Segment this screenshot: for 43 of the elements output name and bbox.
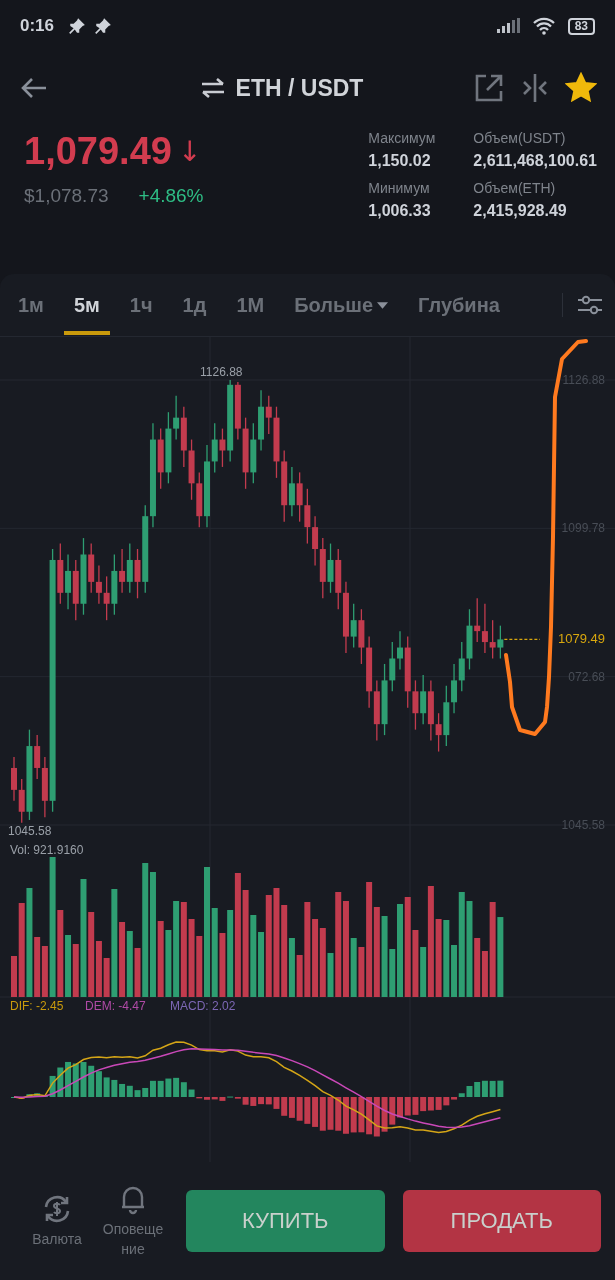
swap-icon[interactable] — [199, 77, 226, 99]
last-price-line — [503, 638, 541, 640]
interval-tab[interactable]: 1ч — [119, 275, 163, 335]
settings-icon[interactable] — [577, 294, 603, 316]
action-label[interactable]: Валюта — [26, 1229, 88, 1249]
direction-arrow: ↓ — [177, 135, 202, 168]
stat-value: 1,006.33 — [368, 202, 432, 220]
stat-value: 2,415,928.49 — [473, 202, 568, 220]
last-price-label: 1079.49 — [558, 631, 605, 647]
dif-label: DIF: -2.45 — [10, 999, 64, 1013]
external-link-icon[interactable] — [473, 72, 505, 104]
price-change: +4.86% — [138, 185, 204, 207]
caret-icon[interactable] — [377, 301, 389, 309]
volume-label: Vol: 921.9160 — [10, 843, 84, 857]
pin-icon — [94, 17, 113, 35]
buy-button[interactable]: КУПИТЬ — [186, 1190, 385, 1252]
stat-label: Объем(USDT) — [473, 130, 567, 146]
battery-indicator: 83 — [567, 17, 595, 35]
wifi-icon — [531, 17, 556, 35]
sell-button[interactable]: ПРОДАТЬ — [402, 1190, 601, 1252]
usd-price: $1,078.73 — [24, 185, 109, 207]
interval-tab[interactable]: 1м — [8, 275, 54, 335]
action-label[interactable]: Оповещение — [102, 1219, 164, 1259]
stat-value: 1,150.02 — [368, 152, 432, 170]
star-icon[interactable] — [565, 72, 597, 104]
interval-tab[interactable]: 1д — [172, 275, 217, 335]
interval-tab[interactable]: Глубина — [408, 275, 510, 335]
stat-value: 2,611,468,100.61 — [473, 152, 597, 170]
dem-label: DEM: -4.47 — [85, 999, 146, 1013]
last-price: 1,079.49 — [24, 130, 172, 173]
more-dropdown[interactable]: Больше — [284, 275, 399, 335]
high-price-label: 1126.88 — [200, 365, 243, 379]
stat-label: Объем(ETH) — [473, 180, 557, 196]
pin-icon — [68, 17, 87, 35]
signal-icon — [495, 18, 520, 34]
stat-label: Минимум — [368, 180, 431, 196]
interval-tab[interactable]: 5м — [63, 275, 110, 335]
pair-title: ETH / USDT — [235, 74, 364, 102]
stat-label: Максимум — [368, 130, 437, 146]
low-price-label: 1045.58 — [8, 824, 52, 838]
macd-label: MACD: 2.02 — [170, 999, 236, 1013]
clock-time: 0:16 — [20, 16, 55, 36]
interval-tab[interactable]: 1M — [226, 275, 275, 335]
